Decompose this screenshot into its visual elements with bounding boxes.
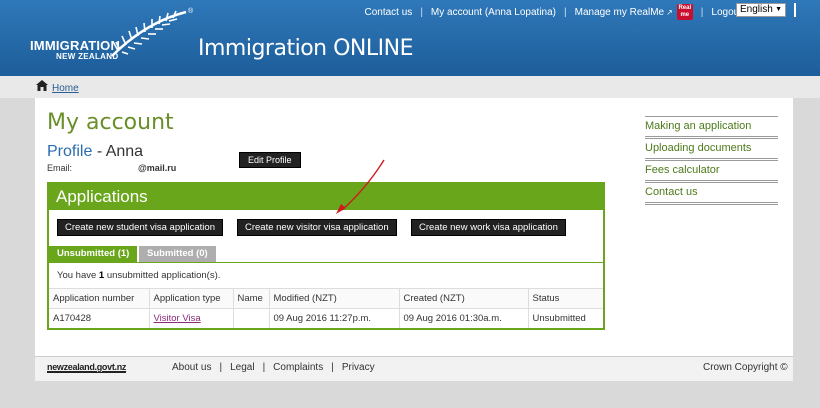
col-application-type: Application type bbox=[149, 288, 234, 309]
sidebar-item-making-application[interactable]: Making an application bbox=[645, 117, 778, 136]
col-modified: Modified (NZT) bbox=[269, 288, 400, 309]
application-number: A170428 bbox=[49, 308, 150, 328]
profile-label: Profile bbox=[47, 143, 93, 160]
footer-complaints-link[interactable]: Complaints bbox=[273, 362, 323, 373]
language-value: English bbox=[740, 4, 773, 15]
site-header: IMMIGRATION NEW ZEALAND ® Immigration ON… bbox=[0, 0, 820, 76]
site-title: Immigration ONLINE bbox=[198, 36, 413, 61]
profile-heading: Profile - Anna bbox=[47, 143, 143, 161]
divider bbox=[645, 202, 778, 205]
tab-submitted[interactable]: Submitted (0) bbox=[139, 246, 216, 262]
applications-header: Applications bbox=[49, 184, 603, 210]
create-visitor-visa-button[interactable]: Create new visitor visa application bbox=[237, 219, 397, 236]
sidebar-nav: Making an application Uploading document… bbox=[645, 116, 778, 205]
edit-profile-button[interactable]: Edit Profile bbox=[239, 152, 301, 168]
my-account-link[interactable]: My account (Anna Lopatina) bbox=[431, 7, 556, 18]
tab-underline bbox=[49, 262, 603, 263]
sidebar-item-contact-us[interactable]: Contact us bbox=[645, 183, 778, 202]
status-value: Unsubmitted bbox=[528, 308, 603, 328]
col-name: Name bbox=[233, 288, 270, 309]
col-application-number: Application number bbox=[49, 288, 150, 309]
language-select[interactable]: English ▼ bbox=[736, 3, 786, 17]
page-bottom bbox=[0, 381, 820, 408]
annotation-arrow-icon bbox=[336, 159, 385, 214]
separator: | bbox=[700, 6, 704, 18]
create-work-visa-button[interactable]: Create new work visa application bbox=[411, 219, 566, 236]
top-nav: Contact us | My account (Anna Lopatina) … bbox=[365, 4, 742, 20]
applications-table: Application number Application type Name… bbox=[49, 288, 603, 328]
application-name bbox=[233, 308, 270, 328]
modified-date: 09 Aug 2016 11:27p.m. bbox=[269, 308, 400, 328]
silver-fern-icon bbox=[111, 10, 187, 57]
logo-immigration: IMMIGRATION bbox=[30, 38, 121, 53]
summary-suffix: unsubmitted application(s). bbox=[104, 270, 221, 281]
external-link-icon: ↗ bbox=[666, 7, 673, 17]
sidebar-item-uploading-documents[interactable]: Uploading documents bbox=[645, 139, 778, 158]
logo-new-zealand: NEW ZEALAND bbox=[56, 52, 119, 61]
page-title: My account bbox=[47, 110, 174, 135]
chevron-down-icon: ▼ bbox=[775, 6, 782, 13]
header-divider bbox=[794, 3, 796, 17]
crown-copyright: Crown Copyright © bbox=[703, 362, 788, 373]
email-label: Email: bbox=[47, 163, 73, 173]
separator: | bbox=[564, 6, 567, 18]
email-value: @mail.ru bbox=[138, 163, 177, 173]
create-student-visa-button[interactable]: Create new student visa application bbox=[57, 219, 223, 236]
separator: | bbox=[262, 362, 266, 373]
created-date: 09 Aug 2016 01:30a.m. bbox=[399, 308, 529, 328]
col-status: Status bbox=[528, 288, 603, 309]
govt-nz-logo[interactable]: newzealand.govt.nz bbox=[47, 362, 126, 373]
tab-unsubmitted[interactable]: Unsubmitted (1) bbox=[49, 246, 138, 262]
breadcrumb-home-link[interactable]: Home bbox=[52, 83, 79, 94]
separator: | bbox=[420, 6, 423, 18]
footer-about-link[interactable]: About us bbox=[172, 362, 211, 373]
table-header-row: Application number Application type Name… bbox=[49, 288, 603, 309]
footer-legal-link[interactable]: Legal bbox=[230, 362, 254, 373]
profile-name: - Anna bbox=[96, 143, 144, 160]
manage-realme-link[interactable]: Manage my RealMe bbox=[575, 7, 664, 18]
applications-title: Applications bbox=[56, 187, 148, 206]
application-type-link[interactable]: Visitor Visa bbox=[154, 313, 201, 324]
applications-summary: You have 1 unsubmitted application(s). bbox=[57, 270, 220, 281]
sidebar-item-fees-calculator[interactable]: Fees calculator bbox=[645, 161, 778, 180]
breadcrumb-bar bbox=[0, 76, 820, 98]
site-footer bbox=[35, 356, 793, 381]
table-row: A170428 Visitor Visa 09 Aug 2016 11:27p.… bbox=[49, 308, 603, 328]
footer-privacy-link[interactable]: Privacy bbox=[342, 362, 375, 373]
registered-mark: ® bbox=[188, 8, 194, 15]
separator: | bbox=[331, 362, 334, 373]
col-created: Created (NZT) bbox=[399, 288, 529, 309]
realme-logo-icon[interactable]: Real me bbox=[676, 4, 693, 20]
summary-prefix: You have bbox=[57, 270, 99, 281]
contact-us-link[interactable]: Contact us bbox=[365, 7, 413, 18]
footer-links: About us | Legal | Complaints | Privacy bbox=[172, 362, 375, 373]
home-icon bbox=[36, 80, 48, 91]
applications-panel: Applications Create new student visa app… bbox=[47, 182, 605, 330]
separator: | bbox=[219, 362, 223, 373]
